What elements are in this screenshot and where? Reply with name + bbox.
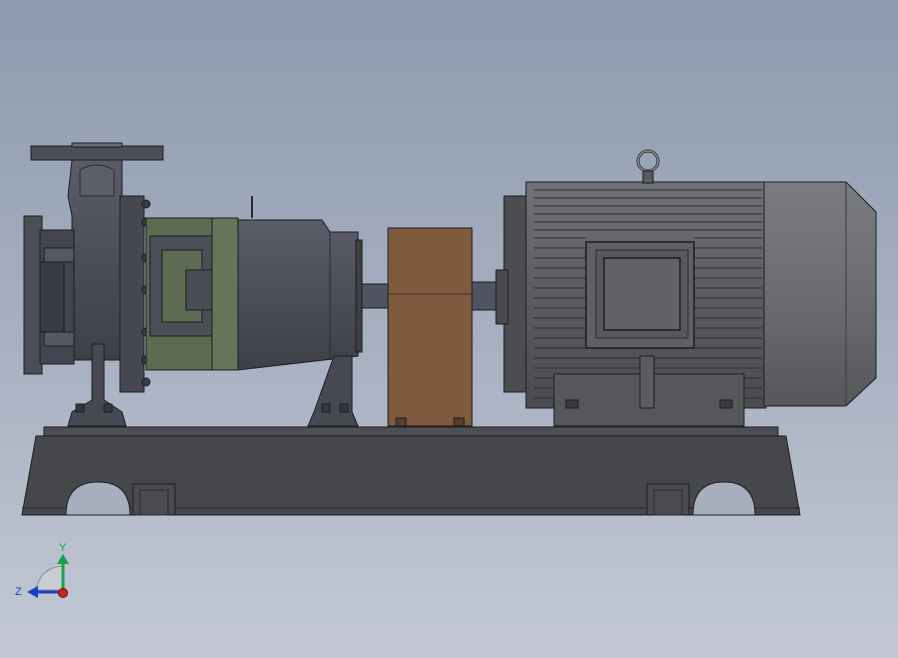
electric-motor[interactable] bbox=[495, 149, 877, 427]
pump-assembly-model[interactable]: Y Z bbox=[0, 0, 898, 658]
pump-casing[interactable] bbox=[23, 142, 164, 427]
coupling-guard[interactable] bbox=[387, 227, 497, 427]
bearing-bracket[interactable] bbox=[145, 217, 239, 371]
y-axis-label: Y bbox=[59, 542, 67, 554]
z-axis-label: Z bbox=[15, 586, 22, 598]
triad-arc bbox=[35, 565, 63, 591]
bearing-housing[interactable] bbox=[237, 196, 389, 427]
triad-origin bbox=[58, 588, 68, 598]
graphics-viewport[interactable]: Y Z bbox=[0, 0, 898, 658]
coordinate-triad: Y Z bbox=[15, 542, 69, 598]
base-frame[interactable] bbox=[21, 426, 801, 516]
